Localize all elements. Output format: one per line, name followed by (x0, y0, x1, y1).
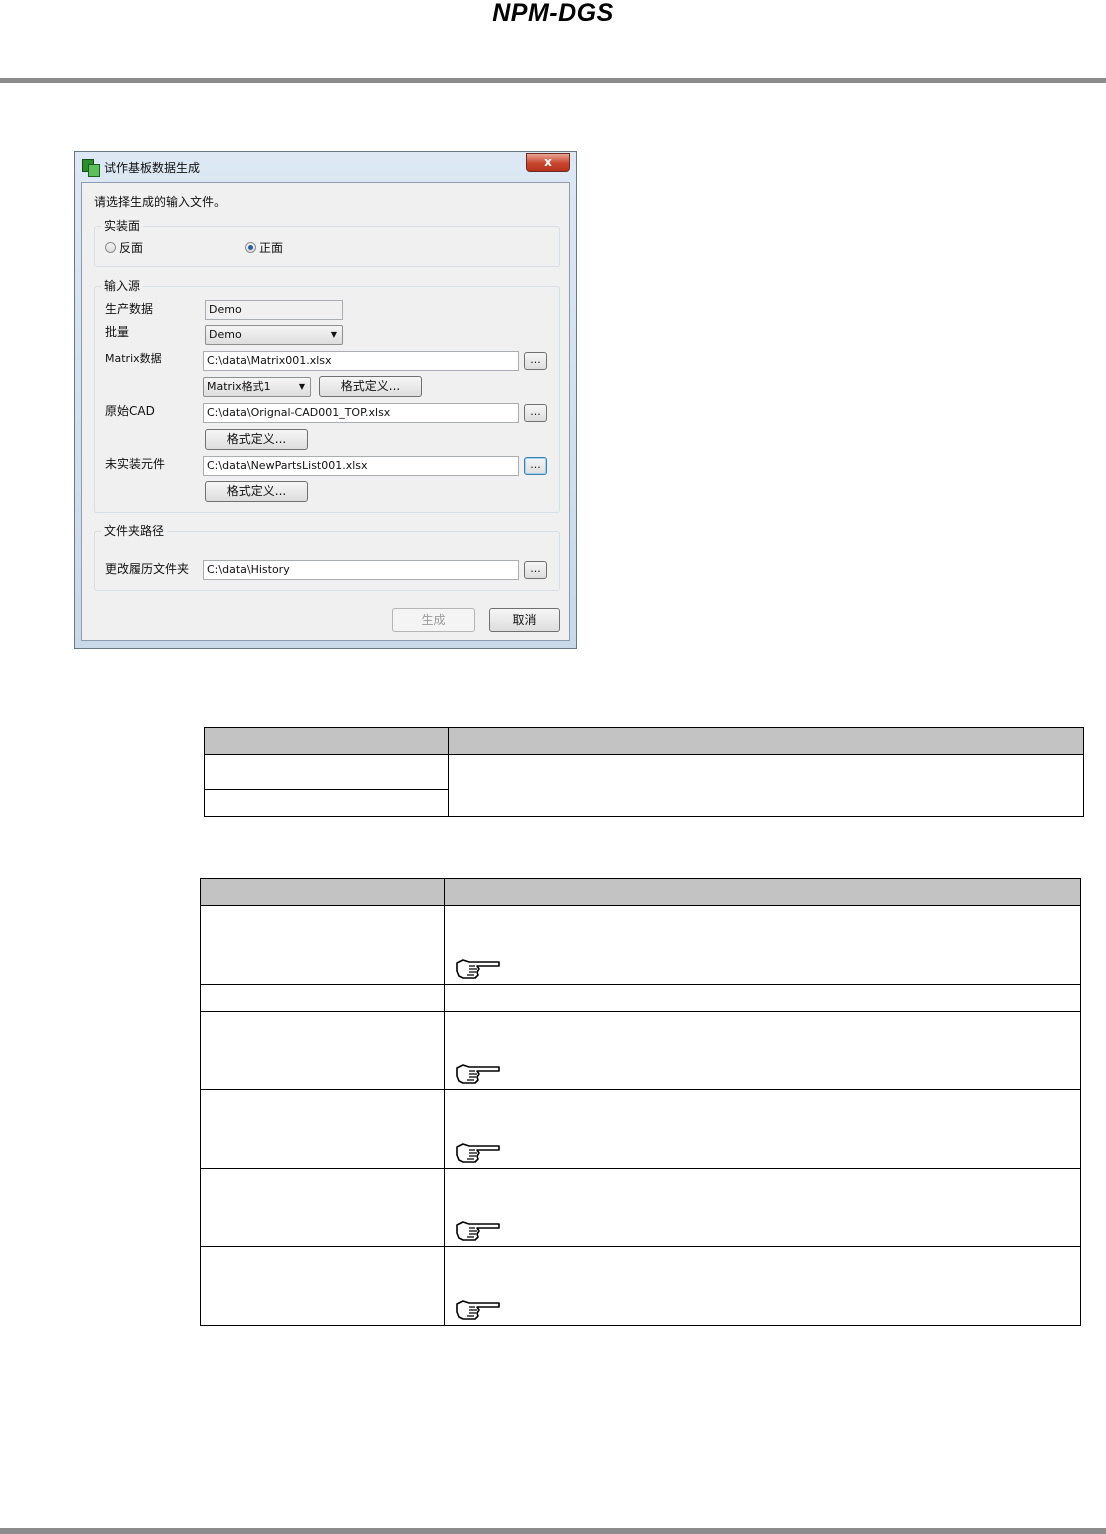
pointing-hand-icon (456, 1064, 500, 1084)
production-data-field: Demo (205, 300, 343, 320)
table-2-cell (200, 1011, 445, 1090)
dialog-client-area: 请选择生成的输入文件。 实装面 反面 正面 输入源 生产数据 Demo 批量 D… (81, 182, 570, 641)
header-rule (0, 78, 1106, 83)
history-folder-label: 更改履历文件夹 (105, 562, 190, 576)
mount-side-group: 实装面 反面 正面 (94, 218, 560, 267)
dialog-titlebar[interactable]: 试作基板数据生成 x (75, 152, 576, 182)
table-1-header-cell (204, 727, 449, 755)
chevron-down-icon: ▼ (298, 382, 305, 391)
table-2-cell (200, 984, 445, 1012)
radio-front-side[interactable]: 正面 (245, 239, 283, 256)
table-2-cell (200, 1246, 445, 1326)
table-row (200, 984, 1081, 1012)
table-2-header-cell (444, 878, 1081, 906)
table-row (200, 1011, 1081, 1090)
pointing-hand-icon (456, 1300, 500, 1320)
table-1-merged-cell (448, 754, 1084, 817)
original-cad-format-define-button[interactable]: 格式定义... (205, 429, 308, 450)
matrix-format-define-button[interactable]: 格式定义... (319, 376, 422, 397)
lot-label: 批量 (105, 325, 130, 339)
radio-back-side[interactable]: 反面 (105, 239, 143, 256)
folder-path-legend: 文件夹路径 (101, 523, 168, 539)
table-row (204, 754, 1084, 817)
table-2-header-row (200, 878, 1081, 906)
table-row (200, 1246, 1081, 1326)
unmounted-parts-format-define-button[interactable]: 格式定义... (205, 481, 308, 502)
footer-rule (0, 1528, 1106, 1534)
table-1-cell (204, 754, 449, 790)
pointing-hand-icon (456, 1221, 500, 1241)
lot-select[interactable]: Demo ▼ (205, 325, 343, 345)
table-2-cell (444, 984, 1081, 1012)
generate-trial-board-dialog: 试作基板数据生成 x 请选择生成的输入文件。 实装面 反面 正面 输入源 生产数… (74, 151, 577, 649)
table-2-header-cell (200, 878, 445, 906)
unmounted-parts-browse-button[interactable]: ... (524, 457, 547, 475)
radio-back-side-label: 反面 (119, 241, 144, 255)
table-1-header-row (204, 727, 1084, 755)
matrix-browse-button[interactable]: ... (524, 352, 547, 370)
history-folder-path-input[interactable]: C:\data\History (203, 560, 519, 580)
radio-front-side-indicator[interactable] (245, 242, 256, 253)
production-data-label: 生产数据 (105, 302, 154, 316)
input-source-legend: 输入源 (101, 278, 144, 294)
brand-header: NPM-DGS (492, 0, 614, 27)
table-row (200, 905, 1081, 985)
unmounted-parts-label: 未实装元件 (105, 457, 166, 471)
matrix-path-input[interactable]: C:\data\Matrix001.xlsx (203, 351, 519, 371)
radio-back-side-indicator[interactable] (105, 242, 116, 253)
table-2-cell (200, 905, 445, 985)
table-2-cell (444, 1011, 1081, 1090)
radio-front-side-label: 正面 (259, 241, 284, 255)
lot-select-value: Demo (209, 328, 242, 341)
mount-side-legend: 实装面 (101, 218, 144, 234)
original-cad-path-input[interactable]: C:\data\Orignal-CAD001_TOP.xlsx (203, 403, 519, 423)
input-source-group: 输入源 生产数据 Demo 批量 Demo ▼ Matrix数据 C:\data… (94, 278, 560, 513)
table-1 (204, 727, 1084, 817)
table-2-cell (444, 1246, 1081, 1326)
dialog-title: 试作基板数据生成 (104, 161, 201, 175)
table-2-cell (444, 1168, 1081, 1247)
pointing-hand-icon (456, 959, 500, 979)
cancel-button[interactable]: 取消 (489, 608, 560, 632)
table-1-header-cell (448, 727, 1084, 755)
table-2-cell (200, 1168, 445, 1247)
generate-button[interactable]: 生成 (392, 608, 475, 632)
table-1-cell (204, 789, 449, 817)
unmounted-parts-path-input[interactable]: C:\data\NewPartsList001.xlsx (203, 456, 519, 476)
pointing-hand-icon (456, 1143, 500, 1163)
original-cad-label: 原始CAD (105, 404, 155, 418)
table-2 (200, 878, 1081, 1326)
matrix-data-label: Matrix数据 (105, 352, 162, 365)
history-folder-browse-button[interactable]: ... (524, 561, 547, 579)
folder-path-group: 文件夹路径 更改履历文件夹 C:\data\History ... (94, 523, 560, 591)
matrix-format-select[interactable]: Matrix格式1 ▼ (203, 377, 311, 397)
dialog-prompt: 请选择生成的输入文件。 (94, 195, 227, 209)
table-row (200, 1089, 1081, 1169)
chevron-down-icon: ▼ (330, 330, 337, 339)
table-2-cell (444, 1089, 1081, 1169)
app-icon (82, 159, 100, 177)
original-cad-browse-button[interactable]: ... (524, 404, 547, 422)
close-button[interactable]: x (526, 153, 570, 172)
matrix-format-select-value: Matrix格式1 (207, 380, 271, 393)
table-2-cell (444, 905, 1081, 985)
table-2-cell (200, 1089, 445, 1169)
table-row (200, 1168, 1081, 1247)
